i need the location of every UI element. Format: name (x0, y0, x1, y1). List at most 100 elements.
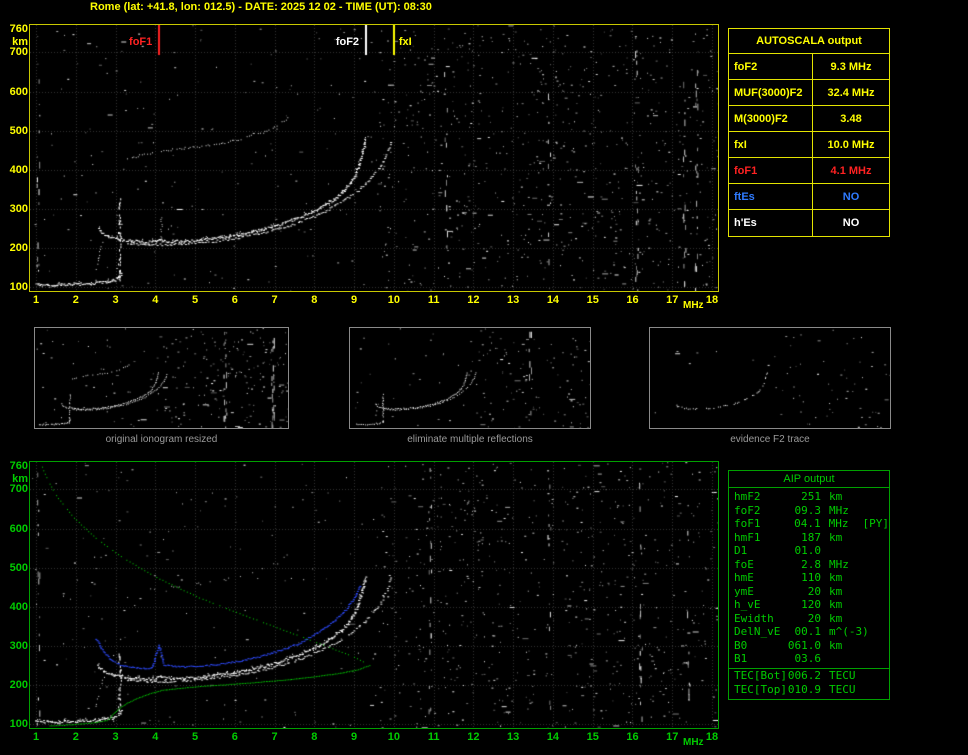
tec-value: 006.2 (787, 668, 821, 682)
x-tick-label: 2 (72, 294, 79, 306)
aip-parameter-unit: km (829, 584, 843, 598)
parameter-label: ftEs (729, 184, 813, 209)
aip-parameter-unit: km (829, 598, 843, 611)
tec-name: TEC[Top] (734, 682, 787, 696)
y-tick-label: 300 (9, 202, 28, 215)
autoscala-output-table: AUTOSCALA output foF2 9.3 MHz MUF(3000)F2 3… (728, 28, 890, 237)
aip-row: D1 01.0 (729, 544, 889, 558)
y-tick-label: 400 (9, 600, 28, 613)
aip-parameter-unit: km (829, 490, 843, 503)
marker-foF1: foF1 (129, 36, 153, 48)
y-tick-label: 200 (9, 678, 28, 691)
aip-parameter-name: Ewidth (734, 611, 774, 625)
parameter-value: NO (842, 217, 860, 229)
aip-parameter-unit: km (829, 638, 843, 652)
y-tick-label: 500 (9, 561, 28, 574)
thumbnail-evidence-f2-trace (649, 327, 891, 429)
x-tick-label: 3 (112, 294, 119, 306)
x-tick-label: 1 (32, 294, 40, 306)
parameter-label: foF1 (729, 158, 813, 183)
marker-fxI: fxI (398, 36, 412, 48)
x-tick-label: 8 (311, 294, 318, 306)
x-tick-label: 9 (351, 731, 358, 743)
aip-row: ymE 20 km (729, 585, 889, 599)
aip-parameter-value: 110 (801, 571, 821, 584)
y-axis-unit: km (12, 473, 28, 485)
tec-unit: TECU (829, 668, 856, 682)
autoscala-row: MUF(3000)F2 32.4 MHz (729, 80, 889, 106)
x-tick-label: 4 (152, 294, 159, 306)
y-tick-label: 300 (9, 639, 28, 652)
aip-parameter-name: foF2 (734, 503, 761, 517)
x-tick-label: 3 (112, 731, 119, 743)
aip-parameter-unit: km (829, 571, 843, 584)
profile-ionogram-canvas (29, 461, 719, 729)
y-tick-label: 700 (9, 483, 28, 496)
aip-parameter-name: B0 (734, 638, 748, 652)
autoscala-table-rows: foF2 9.3 MHz MUF(3000)F2 32.4 MHz M(3000)F2 3… (729, 54, 889, 236)
parameter-label: h'Es (729, 210, 813, 236)
autoscala-row: M(3000)F2 3.48 (729, 106, 889, 132)
autoscala-row: fxI 10.0 MHz (729, 132, 889, 158)
x-tick-label: 9 (351, 294, 358, 306)
aip-parameter-name: DelN_vE (734, 625, 781, 638)
aip-parameter-value: 2.8 (801, 557, 821, 571)
x-tick-label: 7 (271, 294, 278, 306)
x-tick-label: 5 (191, 731, 199, 743)
thumbnail-original-ionogram (34, 327, 289, 429)
aip-parameter-name: foE (734, 557, 754, 571)
aip-table-title: AIP output (729, 471, 889, 488)
aip-row: foE 2.8 MHz (729, 558, 889, 572)
parameter-value: 32.4 MHz (827, 87, 875, 99)
x-axis-unit: MHz (683, 737, 704, 748)
x-tick-label: 18 (705, 731, 719, 743)
aip-parameter-name: B1 (734, 652, 748, 665)
thumbnail-caption-original: original ionogram resized (105, 434, 218, 445)
aip-parameter-name: h_vE (734, 598, 761, 611)
parameter-value: NO (842, 191, 860, 203)
x-tick-label: 18 (705, 294, 719, 306)
parameter-label: foF2 (729, 54, 813, 79)
aip-parameter-unit (821, 652, 829, 666)
x-tick-label: 15 (586, 731, 599, 743)
aip-parameter-value: 120 (801, 598, 821, 611)
thumbnail-eliminate-reflections (349, 327, 591, 429)
x-tick-label: 4 (152, 731, 159, 743)
aip-parameter-value: 20 (807, 611, 821, 625)
parameter-label: fxI (729, 132, 813, 157)
x-tick-label: 16 (626, 731, 639, 743)
aip-parameter-name: hmF2 (734, 490, 761, 503)
aip-row: Ewidth 20 km (729, 612, 889, 626)
aip-row: foF2 09.3 MHz (729, 504, 889, 518)
aip-row: h_vE 120 km (729, 598, 889, 612)
y-tick-label: 100 (9, 281, 28, 293)
aip-parameter-unit: MHz (829, 503, 849, 517)
aip-parameter-value: 251 (801, 490, 821, 503)
y-tick-label: 100 (9, 718, 28, 730)
parameter-value: 3.48 (840, 113, 862, 125)
aip-parameter-name: hmE (734, 571, 754, 584)
x-tick-label: 10 (387, 294, 400, 306)
y-tick-label: 200 (9, 241, 28, 254)
aip-parameter-value: 04.1 (794, 517, 821, 530)
autoscala-row: ftEs NO (729, 184, 889, 210)
x-tick-label: 13 (507, 731, 520, 743)
tec-unit: TECU (829, 682, 856, 696)
autoscala-window: Rome (lat: +41.8, lon: 012.5) - DATE: 20… (0, 0, 968, 755)
y-tick-label: 760 (9, 23, 28, 35)
autoscala-row: foF2 9.3 MHz (729, 54, 889, 80)
aip-row: B0 061.0 km (729, 639, 889, 653)
tec-rows: TEC[Bot] 006.2 TECU TEC[Top] 010.9 TECU (729, 669, 889, 697)
autoscala-row: foF1 4.1 MHz (729, 158, 889, 184)
aip-row: hmF2 251 km (729, 490, 889, 504)
y-tick-label: 700 (9, 46, 28, 59)
x-tick-label: 15 (586, 294, 599, 306)
x-tick-label: 11 (427, 731, 440, 743)
marker-foF2: foF2 (335, 36, 360, 48)
aip-parameter-unit: m^(-3) (829, 625, 869, 638)
x-tick-label: 13 (507, 294, 520, 306)
x-tick-label: 10 (387, 731, 400, 743)
aip-parameter-value: 09.3 (794, 503, 822, 517)
autoscala-table-title: AUTOSCALA output (729, 29, 889, 54)
tec-name: TEC[Bot] (734, 668, 787, 682)
